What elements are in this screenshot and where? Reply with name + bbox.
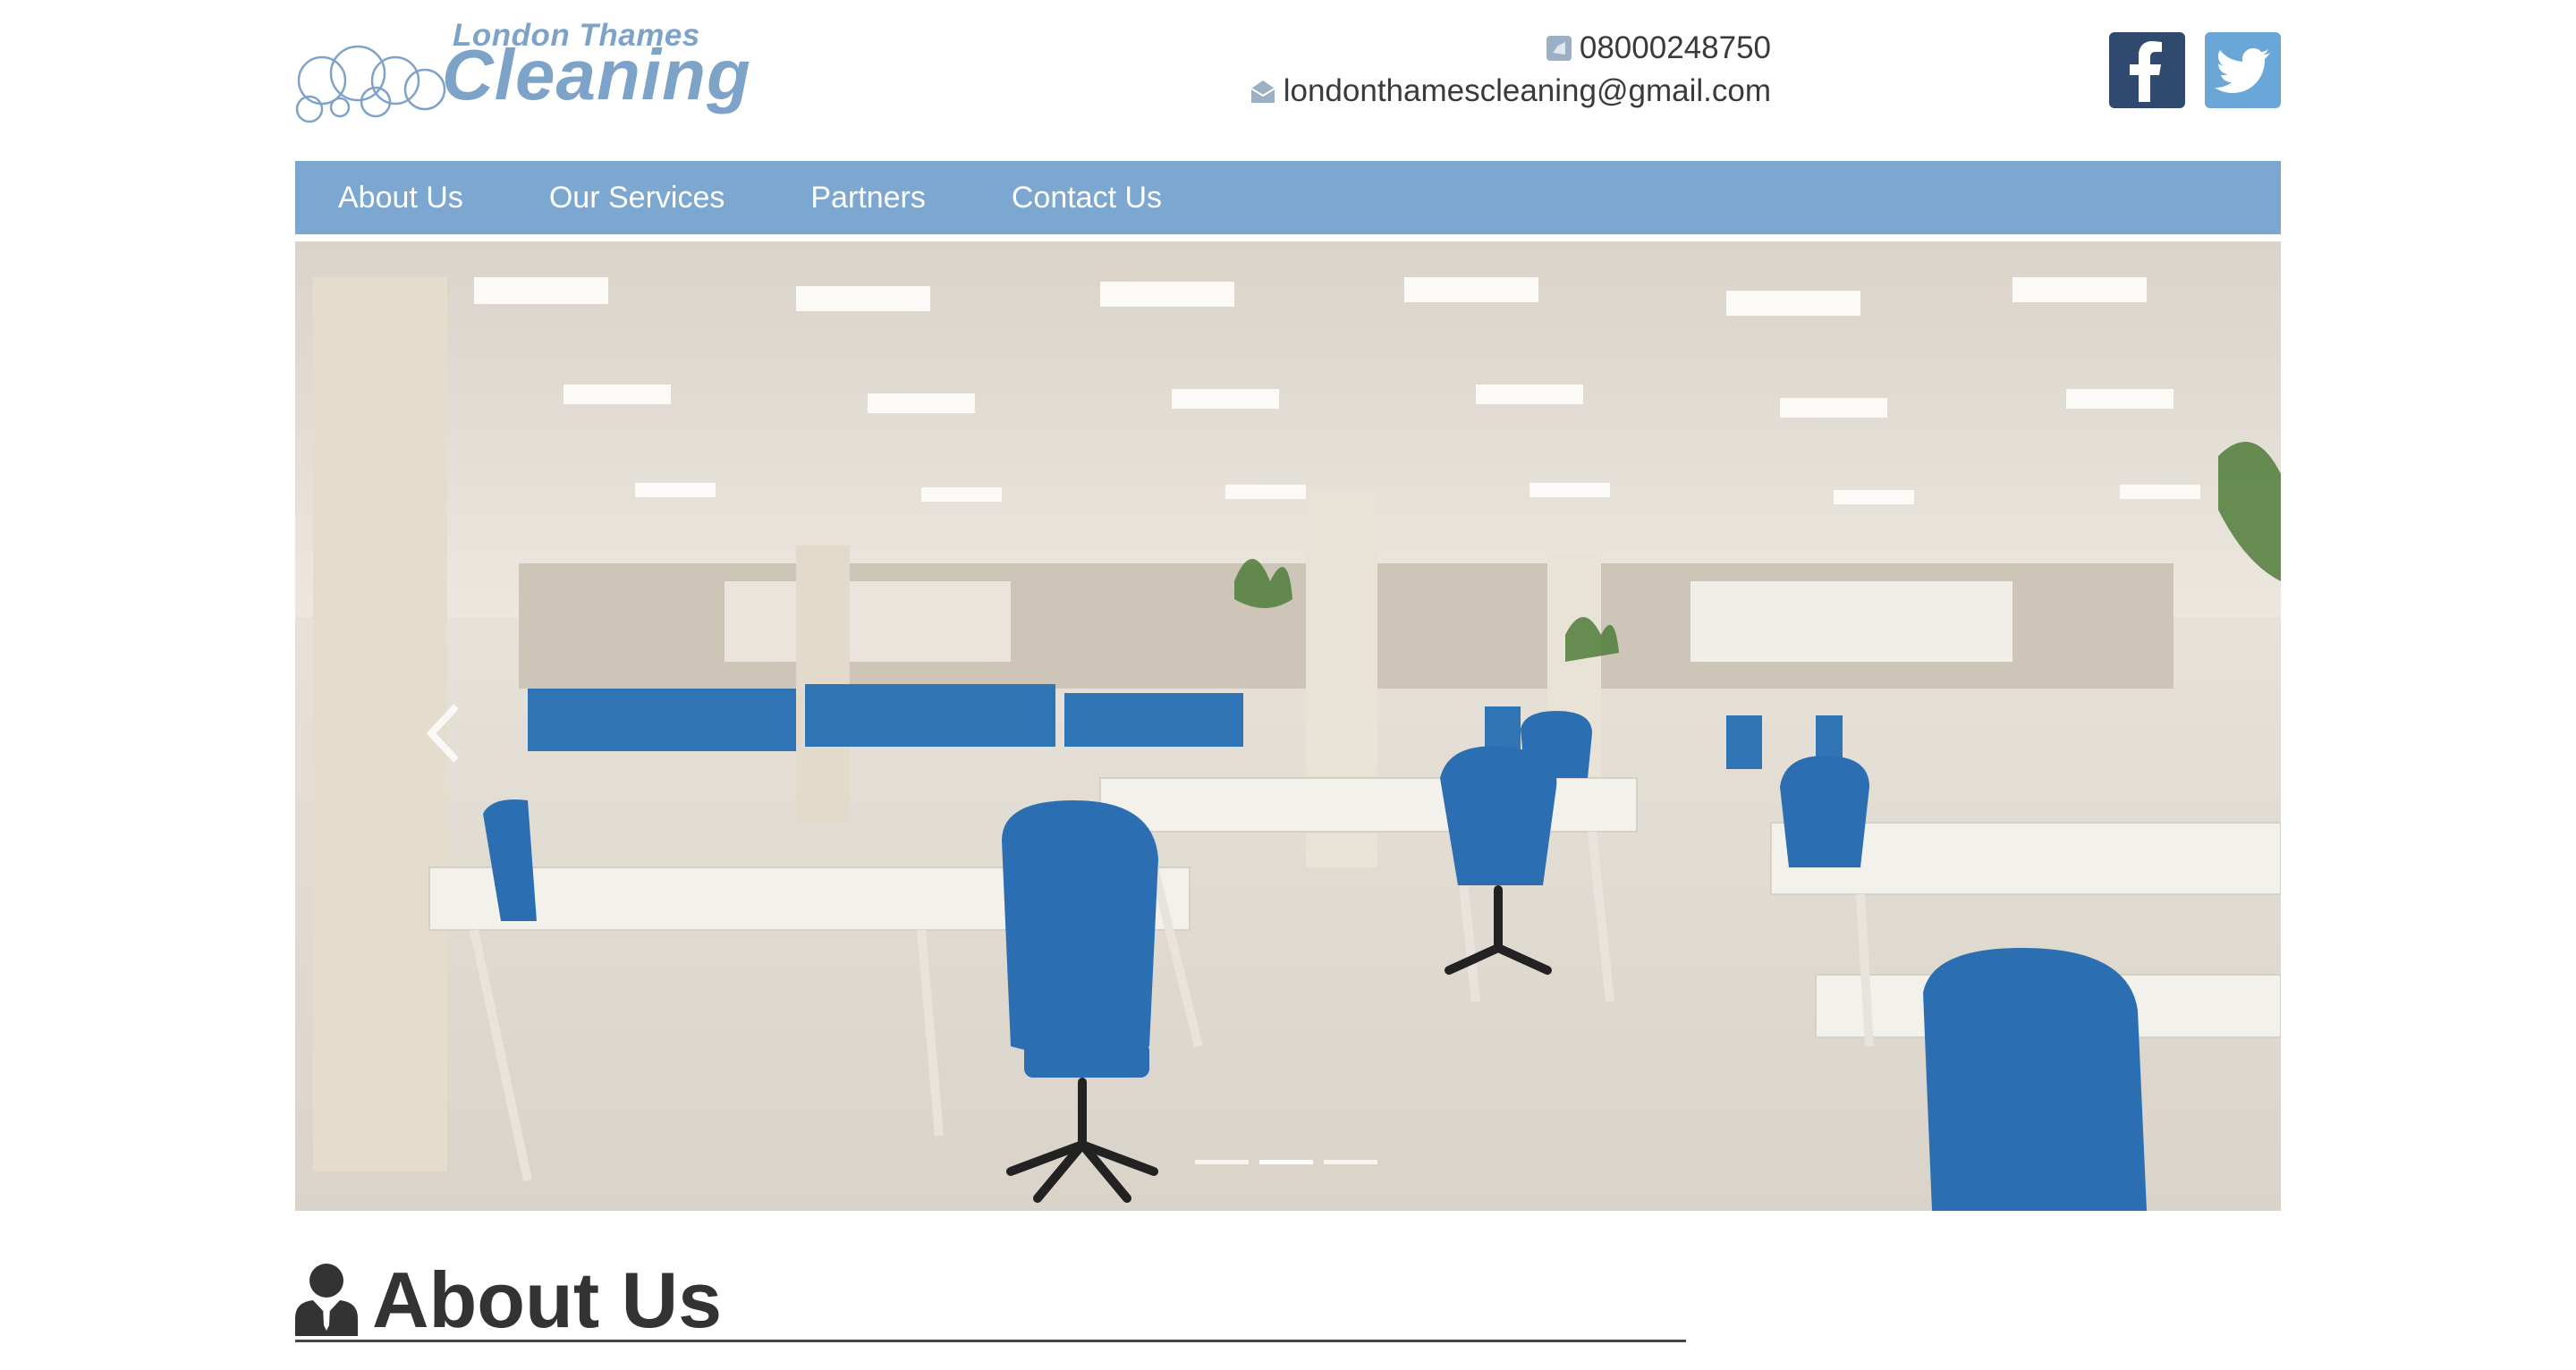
carousel-indicator-1[interactable] xyxy=(1195,1160,1249,1164)
carousel-indicator-2[interactable] xyxy=(1259,1160,1313,1164)
nav-item-contact-us[interactable]: Contact Us xyxy=(1012,181,1162,216)
nav-item-about-us[interactable]: About Us xyxy=(338,181,463,216)
phone-icon xyxy=(1546,36,1572,61)
facebook-button[interactable] xyxy=(2109,32,2185,108)
about-section-header: About Us xyxy=(295,1261,1686,1342)
email-row: londonthamescleaning@gmail.com xyxy=(1250,70,1771,113)
twitter-button[interactable] xyxy=(2205,32,2281,108)
hero-carousel xyxy=(295,241,2281,1211)
contact-info: 08000248750 londonthamescleaning@gmail.c… xyxy=(1250,27,1771,113)
email-address[interactable]: londonthamescleaning@gmail.com xyxy=(1284,73,1771,109)
nav-item-our-services[interactable]: Our Services xyxy=(549,181,725,216)
office-photo xyxy=(295,241,2281,1211)
person-icon xyxy=(295,1264,358,1336)
envelope-icon xyxy=(1250,80,1275,103)
logo-wordmark: Cleaning xyxy=(442,35,751,114)
site-logo[interactable]: London Thames Cleaning xyxy=(295,18,750,123)
social-links xyxy=(2109,32,2281,108)
facebook-icon xyxy=(2129,40,2162,102)
carousel-indicator-3[interactable] xyxy=(1324,1160,1377,1164)
twitter-icon xyxy=(2214,47,2270,93)
nav-item-partners[interactable]: Partners xyxy=(810,181,926,216)
bubbles-logo-icon xyxy=(295,45,446,123)
carousel-prev-chevron-icon[interactable] xyxy=(419,698,472,769)
main-nav: About Us Our Services Partners Contact U… xyxy=(295,161,2281,234)
about-title: About Us xyxy=(372,1256,723,1344)
phone-row: 08000248750 xyxy=(1250,27,1771,70)
carousel-indicators xyxy=(1195,1160,1377,1164)
phone-number[interactable]: 08000248750 xyxy=(1580,30,1771,66)
